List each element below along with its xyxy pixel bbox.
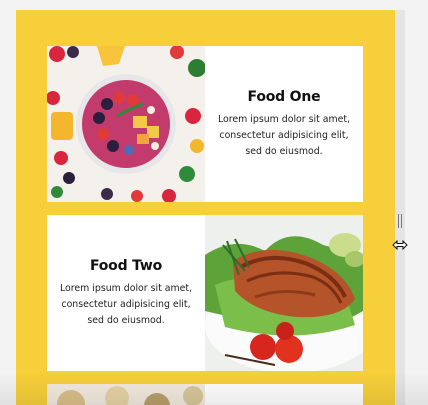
card-description: Lorem ipsum dolor sit amet, consectetur … (59, 282, 193, 326)
food-image-salmon-salad (205, 215, 363, 371)
food-image-partial (47, 384, 205, 405)
food-card-2: Food Two Lorem ipsum dolor sit amet, con… (47, 215, 363, 371)
food-card-3 (47, 384, 363, 405)
scrollbar[interactable] (395, 10, 405, 405)
card-2-text: Food Two Lorem ipsum dolor sit amet, con… (47, 215, 205, 371)
food-image-smoothie-bowl (47, 46, 205, 202)
page-viewport: Food One Lorem ipsum dolor sit amet, con… (16, 10, 395, 405)
resize-grip[interactable] (398, 214, 402, 228)
card-description: Lorem ipsum dolor sit amet, consectetur … (217, 113, 351, 157)
food-card-1: Food One Lorem ipsum dolor sit amet, con… (47, 46, 363, 202)
horizontal-resize-cursor-icon (392, 240, 408, 250)
card-title: Food One (247, 88, 321, 105)
card-1-text: Food One Lorem ipsum dolor sit amet, con… (205, 46, 363, 202)
card-title: Food Two (89, 257, 163, 274)
